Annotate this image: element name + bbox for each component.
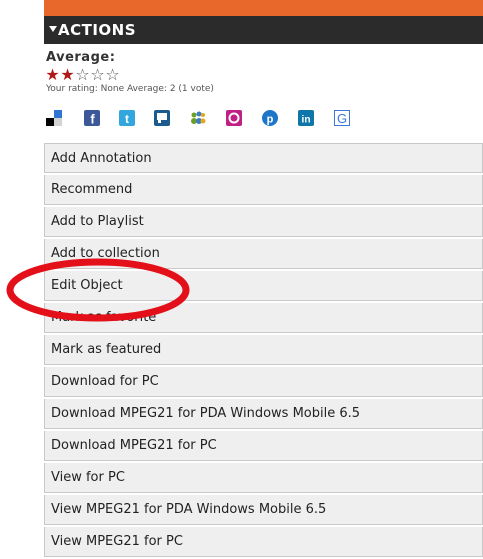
menu-item-mark-as-favorite[interactable]: Mark as favorite (44, 303, 483, 333)
menu-item-add-to-playlist[interactable]: Add to Playlist (44, 207, 483, 237)
social-share-bar: f t p in G (44, 106, 483, 132)
menu-item-label: View MPEG21 for PDA Windows Mobile 6.5 (51, 502, 327, 517)
menu-item-label: Download MPEG21 for PDA Windows Mobile 6… (51, 406, 361, 421)
digg-icon[interactable] (154, 110, 170, 126)
actions-panel: ACTIONS Average: ★★☆☆☆ Your rating: None… (44, 0, 483, 558)
menu-item-label: View MPEG21 for PC (51, 534, 183, 549)
actions-title: ACTIONS (58, 21, 137, 39)
menu-item-label: Download MPEG21 for PC (51, 438, 217, 453)
average-label: Average: (46, 50, 116, 65)
twitter-icon[interactable]: t (119, 110, 135, 126)
orkut-icon[interactable] (226, 110, 242, 126)
delicious-icon[interactable] (46, 110, 62, 126)
menu-item-mark-as-featured[interactable]: Mark as featured (44, 335, 483, 365)
menu-item-label: View for PC (51, 470, 125, 485)
svg-text:f: f (90, 112, 95, 127)
menu-item-view-mpeg21-pc[interactable]: View MPEG21 for PC (44, 527, 483, 557)
star-rating[interactable]: ★★☆☆☆ (45, 65, 120, 83)
menu-item-view-for-pc[interactable]: View for PC (44, 463, 483, 493)
menu-item-label: Mark as featured (51, 342, 162, 357)
linkedin-icon[interactable]: in (298, 110, 314, 126)
menu-item-download-mpeg21-pda[interactable]: Download MPEG21 for PDA Windows Mobile 6… (44, 399, 483, 429)
star-1-icon[interactable]: ★ (45, 67, 60, 83)
rating-info: Your rating: None Average: 2 (1 vote) (46, 84, 214, 94)
collapse-triangle-icon[interactable] (49, 26, 57, 32)
svg-text:G: G (337, 111, 347, 126)
menu-item-add-to-collection[interactable]: Add to collection (44, 239, 483, 269)
menu-item-download-for-pc[interactable]: Download for PC (44, 367, 483, 397)
star-4-icon[interactable]: ☆ (90, 67, 105, 83)
svg-text:in: in (302, 115, 311, 126)
star-2-icon[interactable]: ★ (60, 67, 75, 83)
accent-bar (44, 0, 483, 16)
google-icon[interactable]: G (334, 110, 350, 126)
menu-item-label: Recommend (51, 182, 133, 197)
menu-item-edit-object[interactable]: Edit Object (44, 271, 483, 301)
actions-menu: Add Annotation Recommend Add to Playlist… (44, 143, 483, 559)
myspace-icon[interactable] (190, 110, 206, 126)
menu-item-recommend[interactable]: Recommend (44, 175, 483, 205)
menu-item-label: Add to Playlist (51, 214, 144, 229)
menu-item-label: Edit Object (51, 278, 123, 293)
menu-item-label: Add to collection (51, 246, 160, 261)
actions-header[interactable]: ACTIONS (44, 16, 483, 44)
facebook-icon[interactable]: f (84, 110, 100, 126)
menu-item-view-mpeg21-pda[interactable]: View MPEG21 for PDA Windows Mobile 6.5 (44, 495, 483, 525)
menu-item-add-annotation[interactable]: Add Annotation (44, 143, 483, 173)
star-3-icon[interactable]: ☆ (75, 67, 90, 83)
menu-item-label: Download for PC (51, 374, 159, 389)
menu-item-label: Mark as favorite (51, 310, 157, 325)
svg-text:t: t (125, 112, 129, 126)
menu-item-label: Add Annotation (51, 151, 152, 166)
star-5-icon[interactable]: ☆ (105, 67, 120, 83)
svg-text:p: p (267, 114, 274, 126)
pinterest-icon[interactable]: p (262, 110, 278, 126)
menu-item-download-mpeg21-pc[interactable]: Download MPEG21 for PC (44, 431, 483, 461)
